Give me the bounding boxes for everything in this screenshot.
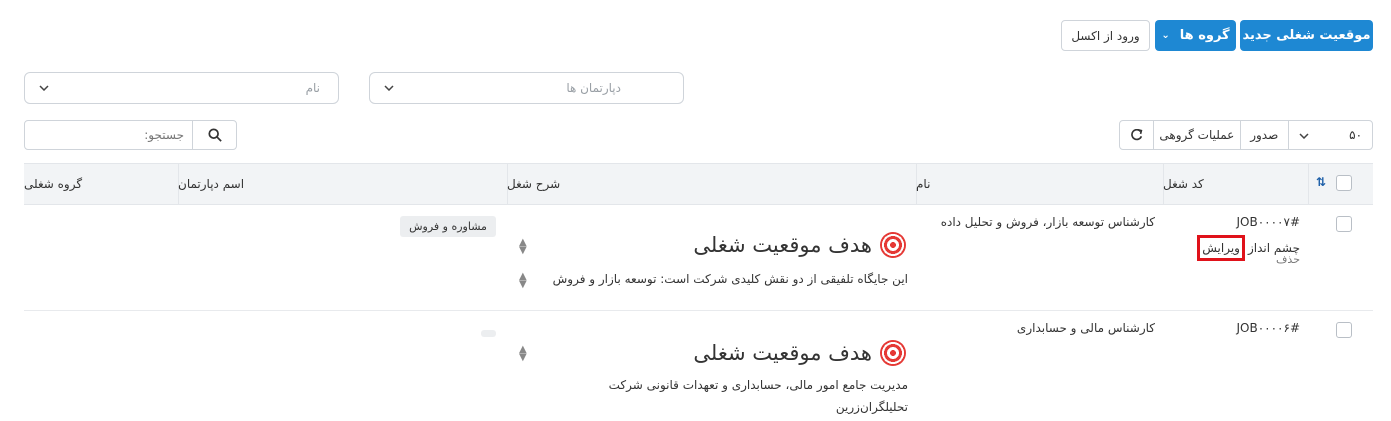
job-name: کارشناس مالی و حسابداری xyxy=(1016,321,1155,335)
column-header-code[interactable]: کد شغل xyxy=(1163,163,1308,205)
search-icon xyxy=(207,128,222,142)
export-button[interactable]: صدور xyxy=(1239,121,1288,149)
column-header-description[interactable]: شرح شغل xyxy=(507,163,916,205)
chevron-down-icon xyxy=(37,81,51,95)
row-checkbox[interactable] xyxy=(1336,322,1352,338)
target-icon xyxy=(880,340,906,366)
chevron-down-icon: ⌄ xyxy=(1161,30,1170,41)
department-filter-select[interactable]: دپارتمان ها xyxy=(369,72,684,104)
sort-icon[interactable]: ⇅ xyxy=(1316,175,1332,193)
column-header-group[interactable]: گروه شغلی xyxy=(24,163,178,205)
refresh-button[interactable] xyxy=(1120,121,1153,149)
target-icon xyxy=(880,232,906,258)
expand-toggle-icon[interactable]: ▲ ▼ xyxy=(519,272,527,290)
description-text-line1: مدیریت جامع امور مالی، حسابداری و تعهدات… xyxy=(608,378,908,392)
chevron-down-icon xyxy=(1299,128,1309,142)
refresh-icon xyxy=(1131,128,1143,140)
groups-dropdown-button[interactable]: ⌄ گروه ها xyxy=(1155,20,1236,51)
delete-link[interactable]: حذف xyxy=(1180,253,1300,266)
job-code: #JOB۰۰۰۰۷ xyxy=(1236,215,1300,229)
page-size-value: ۵۰ xyxy=(1349,128,1363,142)
page-size-select[interactable]: ۵۰ xyxy=(1287,121,1372,149)
search-button[interactable] xyxy=(192,121,236,149)
description-title-text: هدف موقعیت شغلی xyxy=(693,341,872,365)
name-filter-placeholder: نام xyxy=(305,81,320,95)
chevron-down-icon xyxy=(382,81,396,95)
department-filter-placeholder: دپارتمان ها xyxy=(566,81,621,95)
column-header-name[interactable]: نام xyxy=(916,163,1163,205)
groups-label: گروه ها xyxy=(1179,28,1230,43)
description-text-line2: تحلیلگران‌زرین xyxy=(835,400,908,414)
row-checkbox[interactable] xyxy=(1336,216,1352,232)
search-input[interactable] xyxy=(25,121,192,149)
department-tag-empty xyxy=(481,330,496,337)
expand-toggle-icon[interactable]: ▲ ▼ xyxy=(519,238,527,256)
description-text: این جایگاه تلفیقی از دو نقش کلیدی شرکت ا… xyxy=(552,272,908,286)
description-title: هدف موقعیت شغلی xyxy=(560,340,906,366)
description-title: هدف موقعیت شغلی xyxy=(560,232,906,258)
expand-toggle-icon[interactable]: ▲ ▼ xyxy=(519,345,527,363)
description-title-text: هدف موقعیت شغلی xyxy=(693,233,872,257)
new-position-button[interactable]: موقعیت شغلی جدید xyxy=(1240,20,1373,51)
table-toolbar: عملیات گروهی صدور ۵۰ xyxy=(1119,120,1373,150)
import-excel-button[interactable]: ورود از اکسل xyxy=(1061,20,1150,51)
job-name: کارشناس توسعه بازار، فروش و تحلیل داده xyxy=(940,215,1155,229)
select-all-checkbox[interactable] xyxy=(1336,175,1352,191)
search-box xyxy=(24,120,237,150)
department-tag: مشاوره و فروش xyxy=(400,216,496,237)
job-code: #JOB۰۰۰۰۶ xyxy=(1236,321,1300,335)
column-header-department[interactable]: اسم دپارتمان xyxy=(178,163,507,205)
bulk-actions-button[interactable]: عملیات گروهی xyxy=(1152,121,1240,149)
name-filter-select[interactable]: نام xyxy=(24,72,339,104)
